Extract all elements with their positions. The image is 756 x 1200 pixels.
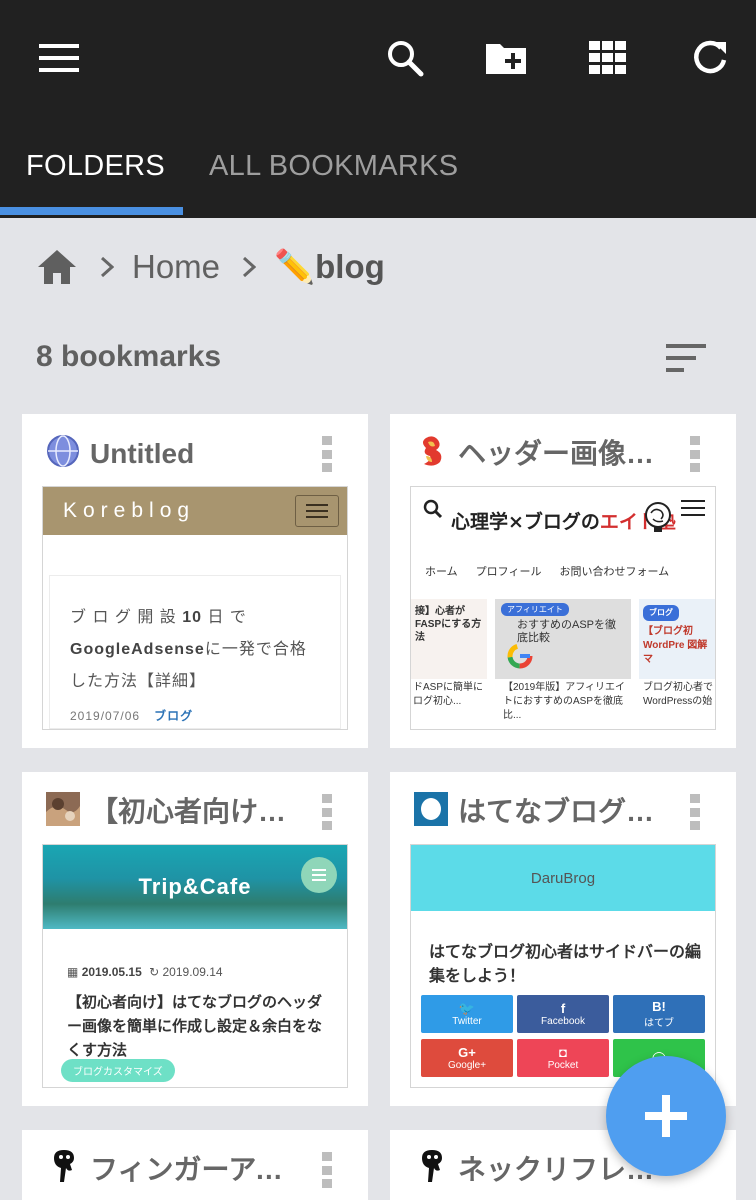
thumb-share-googleplus: G+ Google+ (421, 1039, 513, 1077)
twitter-icon: 🐦 (458, 1000, 476, 1016)
page-thumbnail: 心理学×ブログのエイト塾 ホーム プロフィール お問い合わせフォーム 接】心者がFA… (410, 486, 716, 730)
updated-icon: ↻ (149, 965, 160, 979)
thumb-post-title: 【初心者向け】はてなブログのヘッダー画像を簡単に作成し設定＆余白をなくす方法 (67, 994, 323, 1059)
thumb-post-strip: 接】心者がFASPにする方法 アフィリエイト おすすめのASPを徹底比較 ブログ… (411, 599, 715, 679)
chevron-right-icon (100, 256, 114, 278)
site-favicon-icon (414, 792, 448, 826)
thumb-post-dates: ▦ 2019.05.15 ↻ 2019.09.14 (67, 965, 223, 979)
thumb-share-twitter: 🐦 Twitter (421, 995, 513, 1033)
thumb-hero-image: Trip&Cafe (43, 845, 347, 929)
tab-folders[interactable]: FOLDERS (26, 150, 165, 183)
thumb-share-pocket: ◘ Pocket (517, 1039, 609, 1077)
page-thumbnail: DaruBrog はてなブログ初心者はサイドバーの編集をしよう！ 🐦 Twitte… (410, 844, 716, 1088)
breadcrumb: Home ✏️blog (36, 244, 385, 290)
calendar-icon: ▦ (67, 965, 79, 979)
breadcrumb-current: ✏️blog (274, 247, 385, 285)
brain-logo-icon (643, 501, 673, 538)
thumb-site-name: Koreblog (63, 499, 196, 522)
card-title: 【初心者向け】… (90, 796, 300, 827)
more-options-icon[interactable] (320, 1152, 334, 1188)
bookmark-card[interactable]: Untitled Koreblog ブ ロ グ 開 設 10 日 で Google… (22, 414, 368, 748)
more-options-icon[interactable] (320, 436, 334, 472)
breadcrumb-home[interactable]: Home (132, 248, 220, 286)
thumb-post-right: ブログ 【ブログ初 WordPre 図解マ (639, 599, 715, 679)
page-thumbnail: Koreblog ブ ロ グ 開 設 10 日 で GoogleAdsenseに一… (42, 486, 348, 730)
page-thumbnail: Trip&Cafe ▦ 2019.05.15 ↻ 2019.09.14 【初心者… (42, 844, 348, 1088)
bookmark-card[interactable]: 【初心者向け】… Trip&Cafe ▦ 2019.05.15 ↻ 2019.0… (22, 772, 368, 1106)
hamburger-icon (295, 495, 339, 527)
bookmark-card[interactable]: ヘッダー画像を… 心理学×ブログのエイト塾 ホーム プロフィール お問い合わせフォー… (390, 414, 736, 748)
card-title: ヘッダー画像を… (458, 438, 668, 469)
add-folder-icon[interactable] (482, 34, 530, 82)
home-icon[interactable] (36, 248, 78, 286)
bookmark-card[interactable]: フィンガーアイ… (22, 1130, 368, 1200)
thumb-site-name: DaruBrog (530, 869, 596, 887)
pocket-icon: ◘ (559, 1044, 567, 1060)
thumb-post-box: ブ ロ グ 開 設 10 日 で GoogleAdsenseに一発で合格した方法【… (49, 575, 341, 729)
card-title: はてなブログ初… (458, 796, 668, 827)
plus-icon (643, 1093, 689, 1139)
site-favicon-icon (46, 792, 80, 826)
site-favicon-icon (418, 434, 452, 468)
card-header: 【初心者向け】… (22, 772, 368, 842)
card-header: フィンガーアイ… (22, 1130, 368, 1200)
thumb-nav: ホーム プロフィール お問い合わせフォーム (425, 566, 670, 578)
tab-all-bookmarks[interactable]: ALL BOOKMARKS (209, 150, 458, 183)
search-icon[interactable] (381, 34, 429, 82)
thumb-post-center: アフィリエイト おすすめのASPを徹底比較 (495, 599, 631, 679)
refresh-icon[interactable] (686, 34, 734, 82)
google-g-icon (507, 643, 533, 674)
more-options-icon[interactable] (320, 794, 334, 830)
card-title: Untitled (90, 438, 195, 469)
app-bar: FOLDERS ALL BOOKMARKS (0, 0, 756, 218)
thumb-post-title: はてなブログ初心者はサイドバーの編集をしよう！ (429, 944, 702, 985)
thumb-post-meta: 2019/07/06 ブログ (70, 709, 194, 723)
add-bookmark-button[interactable] (606, 1056, 726, 1176)
thumb-share-facebook: f Facebook (517, 995, 609, 1033)
search-icon (423, 499, 443, 524)
bookmark-card[interactable]: はてなブログ初… DaruBrog はてなブログ初心者はサイドバーの編集をしよう… (390, 772, 736, 1106)
thumb-site-header: 心理学×ブログのエイト塾 (411, 487, 715, 553)
thumb-post-tag: ブログカスタマイズ (61, 1059, 175, 1082)
card-header: Untitled (22, 414, 368, 484)
more-options-icon[interactable] (688, 794, 702, 830)
sort-icon[interactable] (664, 340, 708, 376)
thumb-share-hatebu: B! はてブ (613, 995, 705, 1033)
tab-indicator (0, 207, 183, 215)
chevron-right-icon (242, 256, 257, 278)
card-header: ヘッダー画像を… (390, 414, 736, 484)
thumb-site-name: Trip&Cafe (138, 874, 252, 899)
more-options-icon[interactable] (688, 436, 702, 472)
card-title: フィンガーアイ… (90, 1154, 300, 1185)
site-favicon-icon (50, 1148, 84, 1182)
globe-icon (46, 434, 80, 468)
bookmark-count: 8 bookmarks (36, 340, 222, 373)
site-favicon-icon (418, 1148, 452, 1182)
menu-icon[interactable] (35, 34, 83, 82)
hamburger-icon (681, 499, 705, 522)
card-header: はてなブログ初… (390, 772, 736, 842)
grid-view-icon[interactable] (584, 34, 632, 82)
thumb-post-left: 接】心者がFASPにする方法 (411, 599, 487, 679)
thumb-site-header: Koreblog (43, 487, 347, 535)
thumb-post-title: ブ ロ グ 開 設 10 日 で GoogleAdsenseに一発で合格した方法【… (70, 609, 307, 690)
thumb-site-header: DaruBrog (411, 845, 715, 911)
hamburger-icon (301, 857, 337, 893)
